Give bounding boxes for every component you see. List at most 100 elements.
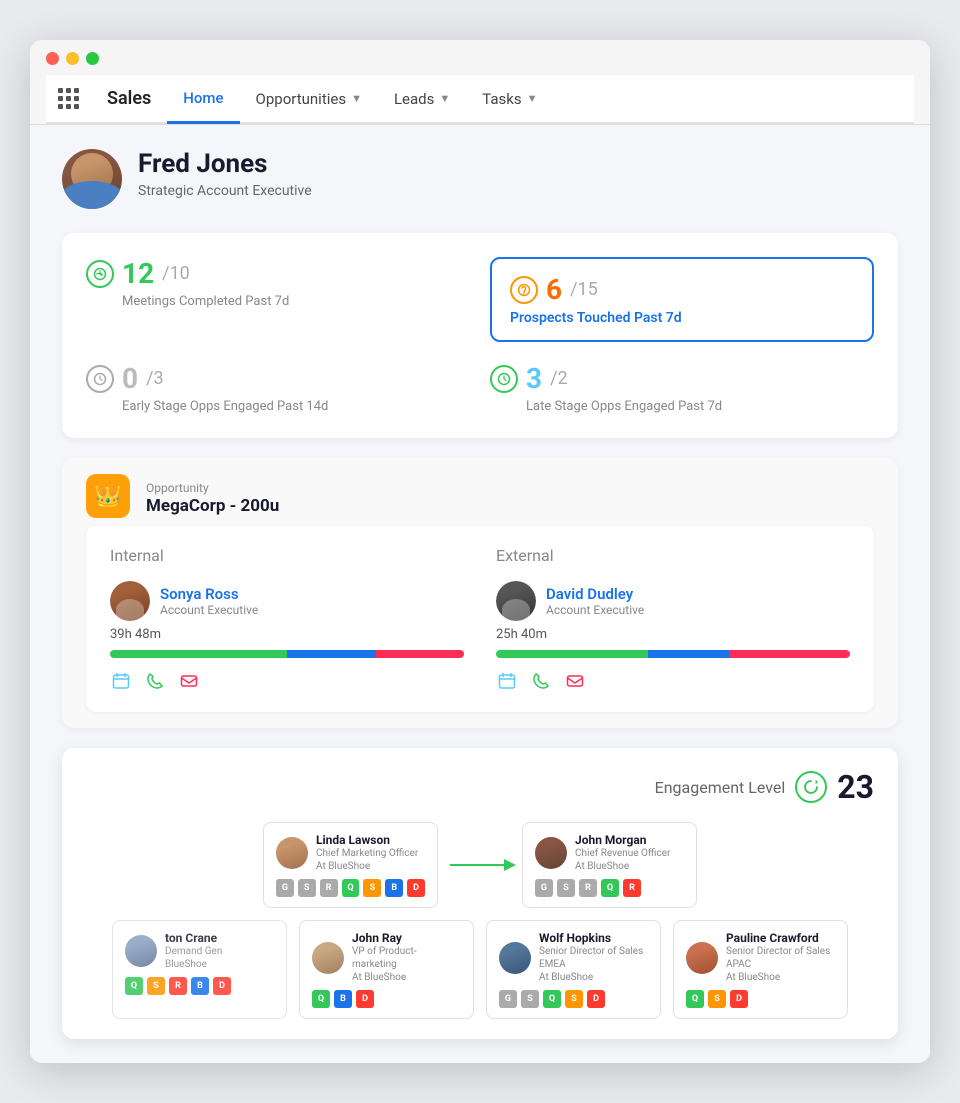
dot-maximize[interactable] xyxy=(86,52,99,65)
phone-icon[interactable] xyxy=(144,670,166,692)
ton-name: ton Crane xyxy=(165,931,222,945)
stats-grid: 12 /10 Meetings Completed Past 7d 6 /15 … xyxy=(86,257,874,414)
sonya-time: 39h 48m xyxy=(110,627,464,642)
nav-item-home[interactable]: Home xyxy=(167,75,239,124)
internal-col: Internal Sonya Ross Account Executive 39… xyxy=(110,546,464,692)
browser-chrome: Sales Home Opportunities ▼ Leads ▼ Tasks… xyxy=(30,40,930,125)
calendar-icon-ext[interactable] xyxy=(496,670,518,692)
stat-early-stage: 0 /3 Early Stage Opps Engaged Past 14d xyxy=(86,362,470,414)
stat-denom-prospects: /15 xyxy=(570,279,598,300)
external-action-icons xyxy=(496,670,850,692)
linda-badges: G S R Q S B D xyxy=(276,879,425,897)
app-grid-icon[interactable] xyxy=(54,80,83,117)
stat-num-meetings: 12 xyxy=(122,257,154,290)
internal-label: Internal xyxy=(110,546,464,565)
opportunity-card: 👑 Opportunity MegaCorp - 200u Internal xyxy=(62,458,898,728)
john-morgan-name: John Morgan xyxy=(575,833,670,847)
badge-gray: G xyxy=(276,879,294,897)
stat-num-late: 3 xyxy=(526,362,542,395)
org-card-ton[interactable]: ton Crane Demand GenBlueShoe Q S R B D xyxy=(112,920,287,1019)
stat-denom-late: /2 xyxy=(550,368,568,389)
john-morgan-badges: G S R Q R xyxy=(535,879,684,897)
stat-icon-early xyxy=(86,365,114,393)
john-morgan-title: Chief Revenue OfficerAt BlueShoe xyxy=(575,847,670,873)
phone-icon-ext[interactable] xyxy=(530,670,552,692)
pb-pink2 xyxy=(729,650,850,658)
badge-rd: R xyxy=(623,879,641,897)
org-card-pauline[interactable]: Pauline Crawford Senior Director of Sale… xyxy=(673,920,848,1019)
opportunity-icon: 👑 xyxy=(86,474,130,518)
profile-title: Strategic Account Executive xyxy=(138,183,312,199)
sonya-name: Sonya Ross xyxy=(160,585,258,603)
nav-logo: Sales xyxy=(99,76,159,121)
wolf-name: Wolf Hopkins xyxy=(539,931,648,945)
opp-header: 👑 Opportunity MegaCorp - 200u xyxy=(86,474,874,518)
badge-blue: B xyxy=(385,879,403,897)
stat-prospects[interactable]: 6 /15 Prospects Touched Past 7d xyxy=(490,257,874,342)
stat-label-early: Early Stage Opps Engaged Past 14d xyxy=(122,399,470,414)
pauline-badges: Q S D xyxy=(686,990,835,1008)
dot-minimize[interactable] xyxy=(66,52,79,65)
sonya-role: Account Executive xyxy=(160,603,258,617)
opp-title-section: Opportunity MegaCorp - 200u xyxy=(146,477,279,516)
badge-gray2: S xyxy=(298,879,316,897)
org-card-john-ray[interactable]: John Ray VP of Product-marketingAt BlueS… xyxy=(299,920,474,1019)
avatar xyxy=(62,149,122,209)
stat-label-prospects: Prospects Touched Past 7d xyxy=(510,310,854,326)
avatar-body xyxy=(62,181,122,209)
ton-avatar xyxy=(125,935,157,967)
stat-icon-prospects xyxy=(510,276,538,304)
stat-meetings: 12 /10 Meetings Completed Past 7d xyxy=(86,257,470,342)
stat-num-early: 0 xyxy=(122,362,138,395)
dot-close[interactable] xyxy=(46,52,59,65)
badge-gray3: R xyxy=(320,879,338,897)
org-row-top: Linda Lawson Chief Marketing OfficerAt B… xyxy=(86,822,874,908)
org-chart: Linda Lawson Chief Marketing OfficerAt B… xyxy=(86,822,874,1019)
engagement-section: Engagement Level 23 Linda Lawson xyxy=(62,748,898,1039)
wolf-title: Senior Director of Sales EMEAAt BlueShoe xyxy=(539,945,648,984)
nav-item-leads[interactable]: Leads ▼ xyxy=(378,76,466,122)
engagement-label: Engagement Level xyxy=(655,778,786,797)
wolf-avatar xyxy=(499,942,531,974)
nav-item-tasks[interactable]: Tasks ▼ xyxy=(466,76,553,122)
john-ray-avatar xyxy=(312,942,344,974)
ton-badges: Q S R B D xyxy=(125,977,274,995)
chevron-down-icon: ▼ xyxy=(439,92,450,105)
nav-item-opportunities[interactable]: Opportunities ▼ xyxy=(240,76,378,122)
browser-window: Sales Home Opportunities ▼ Leads ▼ Tasks… xyxy=(30,40,930,1063)
david-name: David Dudley xyxy=(546,585,644,603)
calendar-icon[interactable] xyxy=(110,670,132,692)
pb-pink xyxy=(376,650,465,658)
opp-name: MegaCorp - 200u xyxy=(146,496,279,516)
org-card-john-morgan[interactable]: John Morgan Chief Revenue OfficerAt Blue… xyxy=(522,822,697,908)
badge-g3: R xyxy=(579,879,597,897)
ie-section: Internal Sonya Ross Account Executive 39… xyxy=(86,526,874,712)
stat-num-prospects: 6 xyxy=(546,273,562,306)
org-card-wolf[interactable]: Wolf Hopkins Senior Director of Sales EM… xyxy=(486,920,661,1019)
ton-title: Demand GenBlueShoe xyxy=(165,945,222,971)
engagement-icon xyxy=(795,771,827,803)
stat-label-meetings: Meetings Completed Past 7d xyxy=(122,294,470,309)
mail-icon-ext[interactable] xyxy=(564,670,586,692)
external-label: External xyxy=(496,546,850,565)
pauline-name: Pauline Crawford xyxy=(726,931,835,945)
stat-icon-late xyxy=(490,365,518,393)
profile-section: Fred Jones Strategic Account Executive xyxy=(62,149,898,209)
pb-green2 xyxy=(496,650,648,658)
org-connector-arrow xyxy=(450,822,510,908)
sonya-avatar xyxy=(110,581,150,621)
linda-name: Linda Lawson xyxy=(316,833,418,847)
linda-title: Chief Marketing OfficerAt BlueShoe xyxy=(316,847,418,873)
badge-g1: G xyxy=(535,879,553,897)
john-ray-name: John Ray xyxy=(352,931,461,945)
badge-red: D xyxy=(407,879,425,897)
stat-denom-meetings: /10 xyxy=(162,263,190,284)
stats-card: 12 /10 Meetings Completed Past 7d 6 /15 … xyxy=(62,233,898,438)
mail-icon[interactable] xyxy=(178,670,200,692)
org-card-linda[interactable]: Linda Lawson Chief Marketing OfficerAt B… xyxy=(263,822,438,908)
linda-avatar xyxy=(276,837,308,869)
pb-blue xyxy=(287,650,376,658)
nav-bar: Sales Home Opportunities ▼ Leads ▼ Tasks… xyxy=(46,75,914,124)
badge-grn: Q xyxy=(601,879,619,897)
external-person-row: David Dudley Account Executive xyxy=(496,581,850,621)
